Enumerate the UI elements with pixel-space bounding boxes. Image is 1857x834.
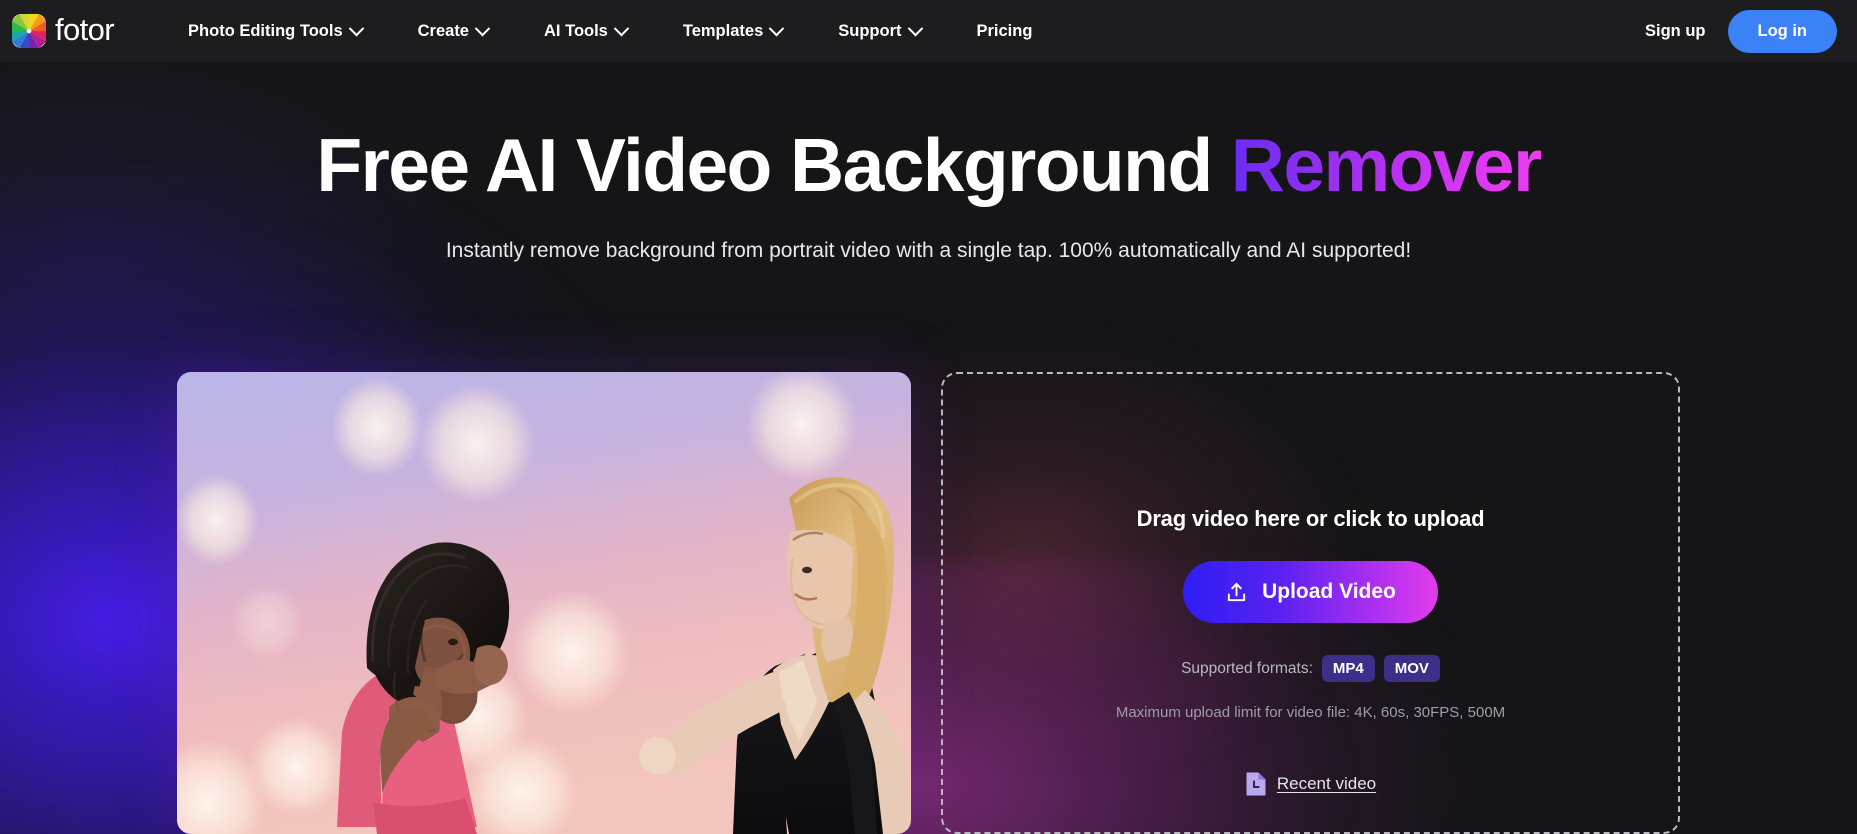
upload-dropzone[interactable]: Drag video here or click to upload Uploa… bbox=[941, 372, 1680, 834]
hero-section: Free AI Video Background Remover Instant… bbox=[0, 62, 1857, 267]
dropzone-title: Drag video here or click to upload bbox=[1136, 506, 1485, 531]
nav-item-label: AI Tools bbox=[544, 21, 608, 40]
brand-name: fotor bbox=[55, 11, 115, 47]
chevron-down-icon bbox=[474, 20, 491, 36]
brand-logo-link[interactable]: fotor bbox=[12, 11, 115, 49]
recent-video-label: Recent video bbox=[1276, 774, 1377, 793]
hero-content-row: Drag video here or click to upload Uploa… bbox=[0, 372, 1857, 834]
nav-item-ai-tools[interactable]: AI Tools bbox=[516, 14, 655, 49]
nav-item-pricing[interactable]: Pricing bbox=[949, 14, 1061, 49]
top-navbar: fotor Photo Editing Tools Create AI Tool… bbox=[0, 0, 1857, 62]
nav-item-label: Support bbox=[838, 21, 902, 40]
nav-item-label: Create bbox=[417, 21, 469, 40]
log-in-button[interactable]: Log in bbox=[1727, 9, 1837, 53]
nav-item-label: Templates bbox=[682, 21, 764, 40]
nav-item-create[interactable]: Create bbox=[390, 14, 516, 49]
nav-item-label: Pricing bbox=[976, 21, 1033, 40]
fotor-color-wheel-logo-icon bbox=[12, 14, 46, 48]
nav-links: Photo Editing Tools Create AI Tools Temp… bbox=[160, 14, 1060, 49]
supported-formats-label: Supported formats: bbox=[1181, 659, 1313, 677]
page-root: fotor Photo Editing Tools Create AI Tool… bbox=[0, 0, 1857, 834]
chevron-down-icon bbox=[768, 20, 785, 36]
upload-arrow-icon bbox=[1227, 582, 1246, 601]
nav-item-photo-editing-tools[interactable]: Photo Editing Tools bbox=[160, 14, 390, 49]
upload-limit-text: Maximum upload limit for video file: 4K,… bbox=[1115, 704, 1506, 721]
nav-item-label: Photo Editing Tools bbox=[188, 21, 343, 40]
nav-item-support[interactable]: Support bbox=[810, 14, 948, 49]
page-title-plain: Free AI Video Background bbox=[316, 123, 1231, 207]
supported-formats: Supported formats: MP4 MOV bbox=[1181, 655, 1440, 682]
upload-video-button[interactable]: Upload Video bbox=[1183, 561, 1438, 623]
chevron-down-icon bbox=[907, 20, 923, 36]
format-badge-mp4: MP4 bbox=[1321, 655, 1375, 682]
nav-right-actions: Sign up Log in bbox=[1639, 9, 1837, 53]
sign-up-link[interactable]: Sign up bbox=[1639, 14, 1712, 49]
video-preview-image bbox=[177, 372, 911, 834]
recent-file-clock-icon bbox=[1246, 772, 1266, 796]
hero-subtitle: Instantly remove background from portrai… bbox=[445, 239, 1412, 263]
recent-video-link[interactable]: Recent video bbox=[1245, 771, 1376, 797]
upload-video-button-label: Upload Video bbox=[1262, 580, 1396, 603]
page-title-accent: Remover bbox=[1230, 123, 1542, 207]
page-title: Free AI Video Background Remover bbox=[0, 122, 1857, 208]
chevron-down-icon bbox=[613, 20, 630, 36]
video-preview-card[interactable] bbox=[177, 372, 911, 834]
nav-item-templates[interactable]: Templates bbox=[655, 14, 810, 49]
format-badge-mov: MOV bbox=[1383, 655, 1440, 682]
chevron-down-icon bbox=[348, 20, 364, 36]
